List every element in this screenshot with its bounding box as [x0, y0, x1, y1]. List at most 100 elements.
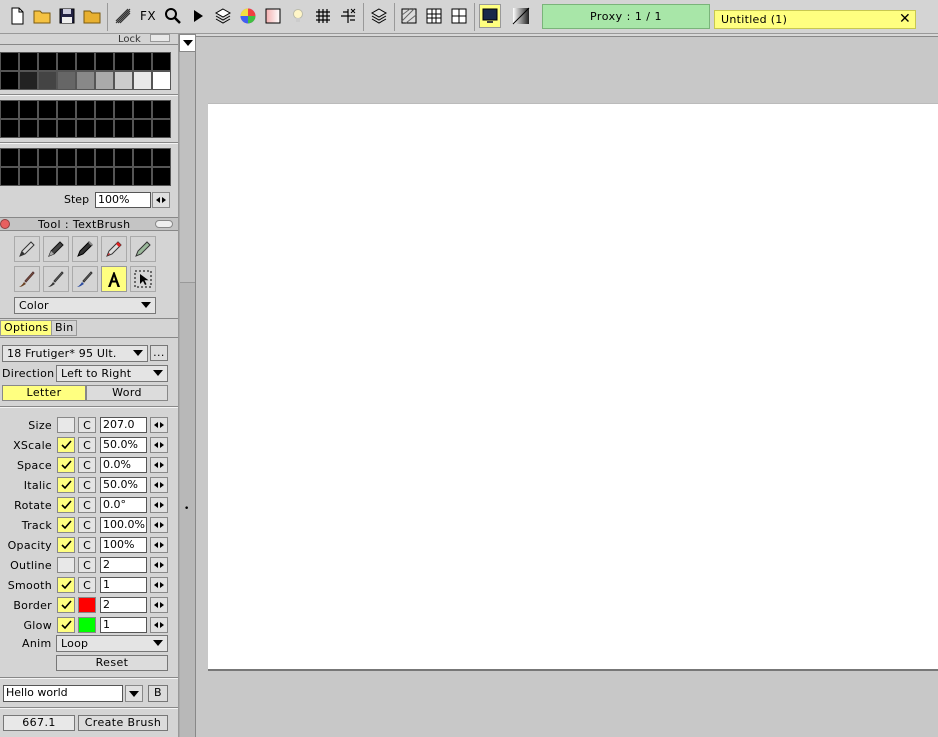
- param-value-field[interactable]: 2: [100, 557, 147, 573]
- color-swatch[interactable]: [133, 167, 152, 186]
- panel-menu-button[interactable]: [179, 34, 196, 52]
- param-curve-button[interactable]: C: [78, 537, 96, 553]
- color-swatch[interactable]: [38, 167, 57, 186]
- param-spinner[interactable]: [150, 437, 168, 453]
- color-swatch[interactable]: [95, 167, 114, 186]
- color-swatch[interactable]: [95, 71, 114, 90]
- zoom-icon[interactable]: [162, 4, 184, 28]
- param-curve-button[interactable]: C: [78, 517, 96, 533]
- pen-brush-button[interactable]: [43, 236, 69, 262]
- close-icon[interactable]: ✕: [899, 12, 911, 27]
- play-icon[interactable]: [187, 4, 209, 28]
- color-swatch[interactable]: [57, 100, 76, 119]
- color-swatch[interactable]: [114, 52, 133, 71]
- word-button[interactable]: Word: [86, 385, 168, 401]
- color-swatch[interactable]: [38, 119, 57, 138]
- color-swatch[interactable]: [95, 119, 114, 138]
- color-swatch[interactable]: [76, 52, 95, 71]
- color-swatch[interactable]: [95, 100, 114, 119]
- color-swatch[interactable]: [38, 148, 57, 167]
- param-spinner[interactable]: [150, 577, 168, 593]
- color-swatch[interactable]: [114, 148, 133, 167]
- param-checkbox[interactable]: [57, 557, 75, 573]
- brush-stroke-icon[interactable]: [112, 4, 134, 28]
- color-swatch[interactable]: [38, 71, 57, 90]
- gradient-swatch-icon[interactable]: [262, 4, 284, 28]
- contrast-icon[interactable]: [510, 4, 532, 28]
- color-swatch[interactable]: [0, 167, 19, 186]
- color-swatch[interactable]: [76, 167, 95, 186]
- text-dropdown-button[interactable]: [125, 685, 143, 702]
- param-spinner[interactable]: [150, 497, 168, 513]
- color-swatch[interactable]: [133, 100, 152, 119]
- param-checkbox[interactable]: [57, 457, 75, 473]
- color-swatch[interactable]: [19, 148, 38, 167]
- param-value-field[interactable]: 100%: [100, 537, 147, 553]
- color-swatch[interactable]: [76, 100, 95, 119]
- param-spinner[interactable]: [150, 477, 168, 493]
- color-swatch[interactable]: [76, 119, 95, 138]
- param-value-field[interactable]: 100.0%: [100, 517, 147, 533]
- color-swatch[interactable]: [38, 52, 57, 71]
- param-spinner[interactable]: [150, 457, 168, 473]
- param-curve-button[interactable]: C: [78, 437, 96, 453]
- lock-toggle[interactable]: [150, 34, 170, 42]
- param-checkbox[interactable]: [57, 577, 75, 593]
- color-swatch[interactable]: [133, 119, 152, 138]
- param-value-field[interactable]: 1: [100, 617, 147, 633]
- param-checkbox[interactable]: [57, 517, 75, 533]
- color-swatch[interactable]: [152, 71, 171, 90]
- color-swatch[interactable]: [114, 119, 133, 138]
- param-value-field[interactable]: 207.0: [100, 417, 147, 433]
- new-document-icon[interactable]: [6, 4, 28, 28]
- param-color-chip[interactable]: [78, 597, 96, 613]
- color-swatch[interactable]: [152, 119, 171, 138]
- color-swatch[interactable]: [152, 167, 171, 186]
- color-swatch[interactable]: [95, 148, 114, 167]
- color-swatch[interactable]: [76, 148, 95, 167]
- color-swatch[interactable]: [0, 52, 19, 71]
- color-swatch[interactable]: [0, 148, 19, 167]
- color-swatch[interactable]: [57, 148, 76, 167]
- round-brush-button[interactable]: [43, 266, 69, 292]
- font-more-button[interactable]: ...: [150, 345, 168, 361]
- param-value-field[interactable]: 50.0%: [100, 477, 147, 493]
- color-swatch[interactable]: [57, 71, 76, 90]
- color-swatch[interactable]: [0, 100, 19, 119]
- folder-icon[interactable]: [81, 4, 103, 28]
- reset-button[interactable]: Reset: [56, 655, 168, 671]
- param-curve-button[interactable]: C: [78, 557, 96, 573]
- color-swatch[interactable]: [95, 52, 114, 71]
- bold-button[interactable]: B: [148, 685, 168, 702]
- color-swatch[interactable]: [19, 100, 38, 119]
- pencil-brush-button[interactable]: [14, 236, 40, 262]
- param-curve-button[interactable]: C: [78, 497, 96, 513]
- direction-dropdown[interactable]: Left to Right: [56, 365, 168, 382]
- split-view-icon[interactable]: [448, 4, 470, 28]
- param-value-field[interactable]: 1: [100, 577, 147, 593]
- color-swatch[interactable]: [57, 52, 76, 71]
- color-swatch[interactable]: [19, 167, 38, 186]
- flat-brush-button[interactable]: [14, 266, 40, 292]
- param-spinner[interactable]: [150, 617, 168, 633]
- text-input[interactable]: Hello world: [3, 685, 123, 702]
- font-dropdown[interactable]: 18 Frutiger* 95 Ult.: [2, 345, 148, 362]
- color-swatch[interactable]: [114, 71, 133, 90]
- eraser-brush-button[interactable]: [130, 236, 156, 262]
- param-spinner[interactable]: [150, 417, 168, 433]
- color-swatch[interactable]: [152, 148, 171, 167]
- param-checkbox[interactable]: [57, 437, 75, 453]
- color-swatch[interactable]: [19, 119, 38, 138]
- color-swatch[interactable]: [152, 100, 171, 119]
- selection-brush-button[interactable]: [130, 266, 156, 292]
- param-color-chip[interactable]: [78, 617, 96, 633]
- param-curve-button[interactable]: C: [78, 577, 96, 593]
- param-value-field[interactable]: 50.0%: [100, 437, 147, 453]
- light-bulb-icon[interactable]: [287, 4, 309, 28]
- guides-icon[interactable]: [337, 4, 359, 28]
- step-field[interactable]: 100%: [95, 192, 151, 208]
- red-marker-brush-button[interactable]: [101, 236, 127, 262]
- param-curve-button[interactable]: C: [78, 417, 96, 433]
- param-checkbox[interactable]: [57, 417, 75, 433]
- grid-icon[interactable]: [312, 4, 334, 28]
